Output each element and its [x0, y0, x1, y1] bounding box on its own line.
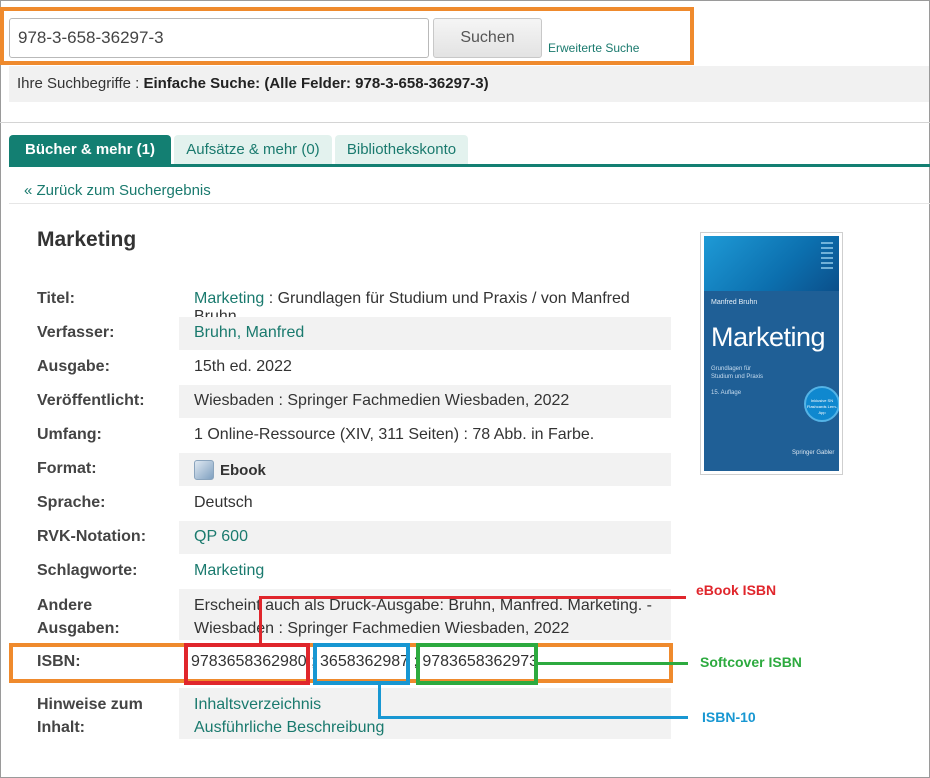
cover-publisher: Springer Gabler — [792, 450, 835, 456]
search-terms-prefix: Ihre Suchbegriffe : — [17, 75, 144, 92]
ebook-connector — [259, 596, 686, 599]
toc-link[interactable]: Inhaltsverzeichnis — [194, 696, 321, 713]
cover-title: Marketing — [711, 322, 826, 352]
softcover-isbn-box — [416, 643, 538, 685]
cover-image: Manfred Bruhn Marketing Grundlagen für S… — [704, 236, 839, 471]
field-label: RVK-Notation: — [37, 528, 147, 545]
tab-books[interactable]: Bücher & mehr (1) — [9, 135, 171, 164]
row-rvk: RVK-Notation: QP 600 — [29, 521, 671, 554]
field-value: Bruhn, Manfred — [179, 317, 671, 350]
format-text: Ebook — [220, 462, 266, 479]
field-label-line: Inhalt: — [37, 719, 85, 736]
field-value: Marketing : Grundlagen für Studium und P… — [179, 283, 671, 325]
field-label: Format: — [37, 460, 97, 477]
field-label: Ausgabe: — [37, 358, 110, 375]
field-label: Umfang: — [37, 426, 102, 443]
field-label-line: Ausgaben: — [37, 620, 120, 637]
row-ausgabe: Ausgabe: 15th ed. 2022 — [29, 351, 671, 384]
rvk-link[interactable]: QP 600 — [194, 528, 248, 545]
field-value: QP 600 — [179, 521, 671, 554]
search-highlight-box — [0, 7, 694, 65]
isbn10-label: ISBN-10 — [702, 709, 756, 725]
field-label-line: Hinweise zum — [37, 696, 143, 713]
field-label: Hinweise zum Inhalt: — [37, 693, 143, 739]
ebook-isbn-box — [184, 643, 310, 685]
search-terms-value: Einfache Suche: (Alle Felder: 978-3-658-… — [143, 75, 489, 92]
field-label: Schlagworte: — [37, 562, 138, 579]
value-line: Erscheint auch als Druck-Ausgabe: Bruhn,… — [194, 597, 652, 614]
row-verfasser: Verfasser: Bruhn, Manfred — [29, 317, 671, 350]
field-value: 1 Online-Ressource (XIV, 311 Seiten) : 7… — [194, 426, 595, 443]
ebook-connector — [259, 596, 262, 645]
field-value: Inhaltsverzeichnis Ausführliche Beschreib… — [179, 688, 671, 739]
value-line: Wiesbaden : Springer Fachmedien Wiesbade… — [194, 620, 570, 637]
field-value: 15th ed. 2022 — [194, 358, 292, 375]
row-umfang: Umfang: 1 Online-Ressource (XIV, 311 Sei… — [29, 419, 671, 452]
isbn10-connector — [378, 716, 688, 719]
tab-library-account[interactable]: Bibliothekskonto — [335, 135, 468, 164]
isbn10-connector — [378, 685, 381, 718]
title-link[interactable]: Marketing — [194, 290, 264, 307]
divider — [0, 122, 930, 123]
field-value: Wiesbaden : Springer Fachmedien Wiesbade… — [179, 385, 671, 418]
cover-subtitle: Grundlagen für Studium und Praxis — [711, 366, 764, 380]
field-label: Verfasser: — [37, 324, 115, 341]
cover-pattern — [821, 242, 833, 270]
subject-link[interactable]: Marketing — [194, 562, 264, 579]
description-link[interactable]: Ausführliche Beschreibung — [194, 719, 384, 736]
back-to-results-link[interactable]: « Zurück zum Suchergebnis — [24, 182, 211, 199]
field-value: Marketing — [179, 555, 671, 588]
field-label-line: Andere — [37, 597, 93, 614]
ebook-icon — [194, 460, 214, 480]
book-cover[interactable]: Manfred Bruhn Marketing Grundlagen für S… — [700, 232, 843, 475]
field-label: Andere Ausgaben: — [37, 594, 120, 640]
row-sprache: Sprache: Deutsch — [29, 487, 671, 520]
author-link[interactable]: Bruhn, Manfred — [194, 324, 304, 341]
record-title: Marketing — [37, 228, 137, 251]
cover-badge: Inklusive SN Flashcards Lern-App — [804, 386, 839, 422]
field-label: Sprache: — [37, 494, 106, 511]
cover-author: Manfred Bruhn — [711, 299, 758, 306]
softcover-connector — [538, 662, 688, 665]
field-value: Deutsch — [194, 494, 253, 511]
field-label: Titel: — [37, 290, 75, 307]
row-veroeffentlicht: Veröffentlicht: Wiesbaden : Springer Fac… — [29, 385, 671, 418]
tab-underline — [9, 164, 930, 167]
field-label: Veröffentlicht: — [37, 392, 145, 409]
row-schlagworte: Schlagworte: Marketing — [29, 555, 671, 588]
search-terms-bar: Ihre Suchbegriffe : Einfache Suche: (All… — [9, 66, 929, 102]
cover-banner — [704, 236, 839, 291]
isbn10-box — [313, 643, 410, 685]
field-value: Ebook — [179, 453, 671, 486]
softcover-isbn-label: Softcover ISBN — [700, 654, 802, 670]
row-format: Format: Ebook — [29, 453, 671, 486]
cover-edition: 15. Auflage — [711, 390, 742, 396]
tab-articles[interactable]: Aufsätze & mehr (0) — [174, 135, 332, 164]
ebook-isbn-label: eBook ISBN — [696, 582, 777, 598]
row-titel: Titel: Marketing : Grundlagen für Studiu… — [29, 283, 671, 325]
divider — [9, 203, 930, 204]
row-hinweise: Hinweise zum Inhalt: Inhaltsverzeichnis Au… — [29, 688, 671, 739]
